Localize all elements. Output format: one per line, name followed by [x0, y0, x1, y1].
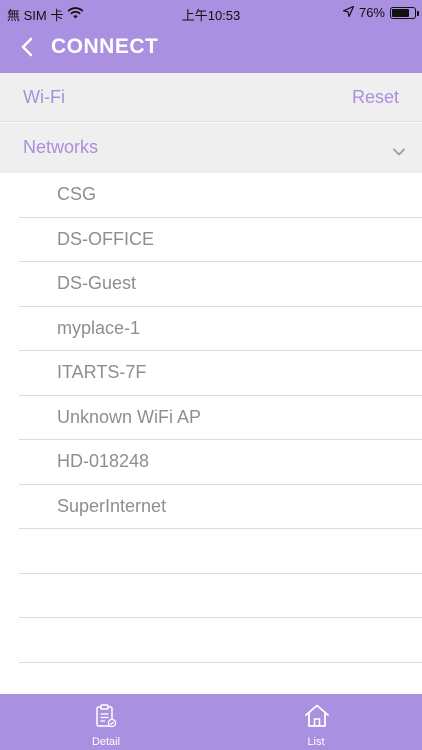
tab-detail[interactable]: Detail: [53, 694, 159, 750]
network-name: HD-018248: [57, 451, 150, 472]
network-item[interactable]: DS-OFFICE: [19, 218, 422, 262]
battery-level: [392, 8, 409, 17]
networks-section-label: Networks: [23, 137, 99, 157]
chevron-down-icon: [392, 141, 406, 162]
tab-bar: Detail List: [0, 694, 422, 750]
back-button[interactable]: [12, 34, 42, 64]
status-bar: 無 SIM 卡 上午10:53 76%: [0, 0, 422, 24]
network-item[interactable]: HD-018248: [19, 440, 422, 485]
network-item[interactable]: myplace-1: [19, 307, 422, 351]
empty-row: [19, 529, 422, 574]
network-name: ITARTS-7F: [57, 362, 147, 383]
network-list: CSG DS-OFFICE DS-Guest myplace-1 ITARTS-…: [19, 173, 422, 663]
network-item[interactable]: CSG: [19, 173, 422, 218]
network-name: Unknown WiFi AP: [57, 406, 202, 427]
network-name: CSG: [57, 184, 97, 205]
tab-detail-label: Detail: [91, 736, 121, 748]
networks-section-header[interactable]: Networks: [0, 123, 422, 173]
location-arrow-icon: [342, 5, 355, 20]
network-name: myplace-1: [57, 317, 141, 338]
network-item[interactable]: Unknown WiFi AP: [19, 396, 422, 440]
network-item[interactable]: ITARTS-7F: [19, 351, 422, 396]
wifi-section-label: Wi-Fi: [23, 87, 65, 107]
network-item[interactable]: DS-Guest: [19, 262, 422, 307]
home-icon: [304, 703, 329, 729]
header: 無 SIM 卡 上午10:53 76% CONNECT: [0, 0, 422, 73]
wifi-section-row: Wi-Fi Reset: [0, 73, 422, 122]
clipboard-icon: [94, 703, 118, 729]
network-name: DS-OFFICE: [57, 228, 154, 249]
nav-bar: CONNECT: [0, 24, 422, 73]
tab-list[interactable]: List: [263, 694, 369, 750]
empty-row: [19, 618, 422, 663]
network-name: DS-Guest: [57, 273, 137, 294]
page-title: CONNECT: [51, 35, 159, 58]
network-item[interactable]: SuperInternet: [19, 485, 422, 529]
tab-list-label: List: [307, 736, 325, 748]
status-right: 76%: [342, 5, 419, 20]
battery-icon: [390, 6, 419, 19]
network-name: SuperInternet: [57, 495, 167, 516]
chevron-left-icon: [20, 37, 34, 62]
reset-button[interactable]: Reset: [352, 87, 399, 108]
empty-row: [19, 574, 422, 618]
battery-percent: 76%: [358, 5, 385, 20]
